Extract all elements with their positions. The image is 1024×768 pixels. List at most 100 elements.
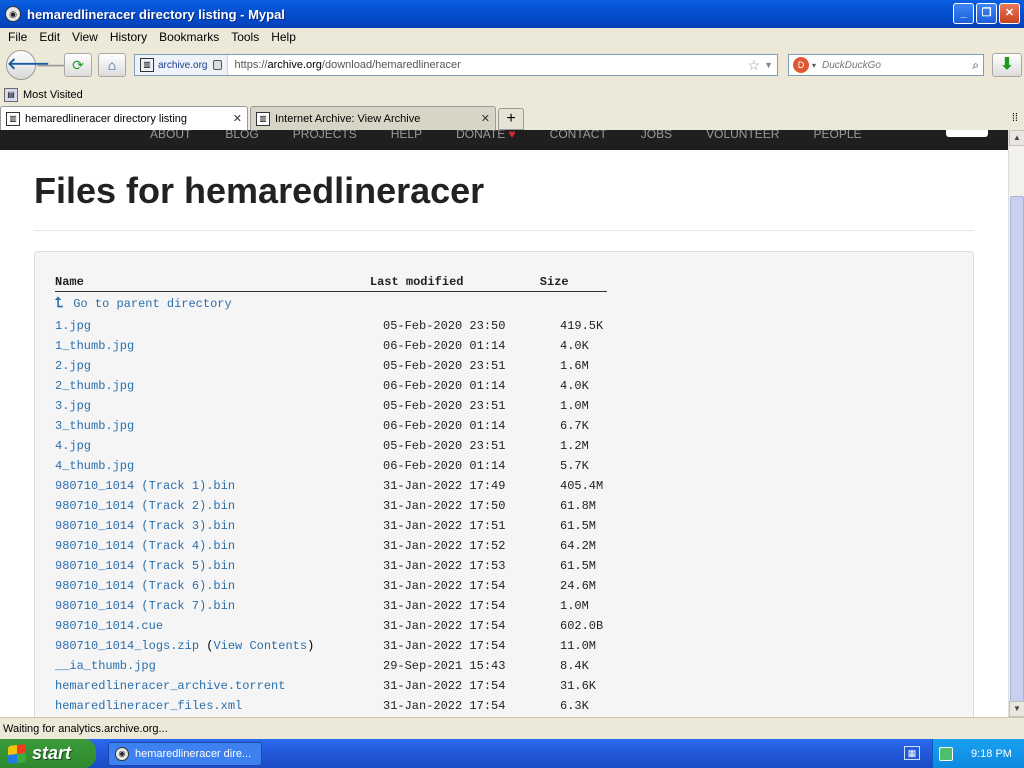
nav-projects[interactable]: PROJECTS (293, 130, 357, 140)
url-text[interactable]: https://archive.org/download/hemaredline… (234, 59, 747, 71)
file-link[interactable]: 980710_1014 (Track 5).bin (55, 559, 235, 573)
header-modified[interactable]: Last modified (370, 275, 540, 289)
file-name-cell: 4_thumb.jpg (55, 459, 383, 473)
nav-jobs[interactable]: JOBS (641, 130, 672, 140)
menu-history[interactable]: History (104, 30, 153, 44)
nav-blog[interactable]: BLOG (225, 130, 258, 140)
nav-people[interactable]: PEOPLE (813, 130, 861, 140)
search-box[interactable]: D ▾ ⌕ (788, 54, 984, 76)
file-link[interactable]: 1.jpg (55, 319, 91, 333)
browser-icon: ◉ (5, 6, 21, 22)
scroll-down-icon[interactable]: ▼ (1009, 701, 1024, 717)
most-visited-link[interactable]: Most Visited (23, 89, 83, 101)
bookmark-star-icon[interactable]: ☆ (748, 57, 761, 74)
file-modified-cell: 31-Jan-2022 17:51 (383, 519, 506, 533)
ia-search-box[interactable] (946, 130, 988, 137)
scroll-thumb[interactable] (1010, 196, 1024, 710)
file-row: 980710_1014 (Track 5).bin 31-Jan-2022 17:… (55, 556, 630, 576)
file-link[interactable]: hemaredlineracer_files.xml (55, 699, 242, 713)
close-button[interactable]: ✕ (999, 3, 1020, 24)
header-size[interactable]: Size (540, 275, 607, 289)
file-row: 4.jpg 05-Feb-2020 23:51 1.2M (55, 436, 630, 456)
duckduckgo-icon[interactable]: D (793, 57, 809, 73)
search-icon[interactable]: ⌕ (972, 58, 979, 73)
keyboard-icon[interactable]: ▦ (904, 746, 920, 760)
menu-file[interactable]: File (2, 30, 33, 44)
tab-list-icon[interactable]: ⁞⁞ (1012, 112, 1018, 124)
start-button[interactable]: start (0, 739, 96, 768)
back-button[interactable]: 🡐 (6, 50, 50, 80)
nav-volunteer[interactable]: VOLUNTEER (706, 130, 779, 140)
reload-button[interactable]: ⟳ (64, 53, 92, 77)
network-icon[interactable] (939, 746, 953, 761)
url-dropdown-icon[interactable]: ▼ (764, 60, 773, 70)
home-button[interactable]: ⌂ (98, 53, 126, 77)
file-link[interactable]: 980710_1014 (Track 7).bin (55, 599, 235, 613)
heart-icon: ♥ (508, 130, 516, 141)
taskbar-browser-item[interactable]: ◉ hemaredlineracer dire... (108, 741, 262, 766)
file-link[interactable]: 2.jpg (55, 359, 91, 373)
file-modified-cell: 06-Feb-2020 01:14 (383, 379, 506, 393)
file-name-cell: 980710_1014 (Track 4).bin (55, 539, 383, 553)
site-identity[interactable]: ▥ archive.org (135, 55, 229, 75)
parent-directory-link[interactable]: Go to parent directory (73, 297, 231, 311)
file-link[interactable]: 980710_1014_logs.zip (55, 639, 199, 653)
file-link[interactable]: 980710_1014.cue (55, 619, 163, 633)
file-name-cell: 2_thumb.jpg (55, 379, 383, 393)
file-link[interactable]: hemaredlineracer_archive.torrent (55, 679, 285, 693)
file-name-cell: 980710_1014 (Track 2).bin (55, 499, 383, 513)
nav-help[interactable]: HELP (391, 130, 422, 140)
tab-strip: ▥ hemaredlineracer directory listing ✕ ▥… (0, 106, 1024, 130)
nav-donate[interactable]: DONATE ♥ (456, 130, 516, 141)
search-input[interactable] (822, 59, 973, 71)
file-link[interactable]: 980710_1014 (Track 1).bin (55, 479, 235, 493)
file-link[interactable]: 980710_1014 (Track 3).bin (55, 519, 235, 533)
nav-about[interactable]: ABOUT (150, 130, 191, 140)
view-contents-link[interactable]: View Contents (213, 639, 307, 653)
tab-view-archive[interactable]: ▥ Internet Archive: View Archive ✕ (250, 106, 496, 130)
minimize-button[interactable]: _ (953, 3, 974, 24)
parent-directory-row[interactable]: ⮤ Go to parent directory (55, 292, 630, 316)
url-bar[interactable]: ▥ archive.org https://archive.org/downlo… (134, 54, 778, 76)
vertical-scrollbar[interactable]: ▲ ▼ (1008, 130, 1024, 717)
menu-tools[interactable]: Tools (225, 30, 265, 44)
file-link[interactable]: __ia_thumb.jpg (55, 659, 156, 673)
system-tray: 9:18 PM (932, 739, 1024, 768)
file-link[interactable]: 3_thumb.jpg (55, 419, 134, 433)
file-link[interactable]: 980710_1014 (Track 4).bin (55, 539, 235, 553)
tab-directory-listing[interactable]: ▥ hemaredlineracer directory listing ✕ (0, 106, 248, 130)
tab-close-icon[interactable]: ✕ (481, 112, 490, 125)
file-link[interactable]: 4_thumb.jpg (55, 459, 134, 473)
file-link[interactable]: 980710_1014 (Track 6).bin (55, 579, 235, 593)
file-row: 980710_1014 (Track 1).bin 31-Jan-2022 17:… (55, 476, 630, 496)
header-name[interactable]: Name (55, 275, 370, 289)
file-link[interactable]: 2_thumb.jpg (55, 379, 134, 393)
file-size-cell: 602.0B (560, 619, 604, 633)
tab-close-icon[interactable]: ✕ (233, 112, 242, 125)
forward-button[interactable]: 🡒 (36, 54, 74, 76)
file-row: 980710_1014 (Track 6).bin 31-Jan-2022 17:… (55, 576, 630, 596)
file-link[interactable]: 4.jpg (55, 439, 91, 453)
scroll-up-icon[interactable]: ▲ (1009, 130, 1024, 146)
file-size-cell: 11.0M (560, 639, 597, 653)
download-button[interactable]: ⬇ (992, 53, 1022, 77)
window-title: hemaredlineracer directory listing - Myp… (27, 6, 285, 22)
menu-view[interactable]: View (66, 30, 104, 44)
menu-edit[interactable]: Edit (33, 30, 66, 44)
nav-contact[interactable]: CONTACT (550, 130, 607, 140)
file-row: 1_thumb.jpg 06-Feb-2020 01:14 4.0K (55, 336, 630, 356)
engine-dropdown-icon[interactable]: ▾ (812, 61, 816, 70)
menu-bookmarks[interactable]: Bookmarks (153, 30, 225, 44)
page-title: Files for hemaredlineracer (34, 170, 485, 211)
menu-help[interactable]: Help (265, 30, 302, 44)
restore-button[interactable]: ❐ (976, 3, 997, 24)
file-row: 3_thumb.jpg 06-Feb-2020 01:14 6.7K (55, 416, 630, 436)
new-tab-button[interactable]: + (498, 108, 524, 130)
file-link[interactable]: 1_thumb.jpg (55, 339, 134, 353)
file-row: hemaredlineracer_archive.torrent 31-Jan-2… (55, 676, 630, 696)
file-name-cell: hemaredlineracer_archive.torrent (55, 679, 383, 693)
file-link[interactable]: 980710_1014 (Track 2).bin (55, 499, 235, 513)
file-size-cell: 64.2M (560, 539, 597, 553)
file-row: 980710_1014 (Track 4).bin 31-Jan-2022 17:… (55, 536, 630, 556)
file-link[interactable]: 3.jpg (55, 399, 91, 413)
